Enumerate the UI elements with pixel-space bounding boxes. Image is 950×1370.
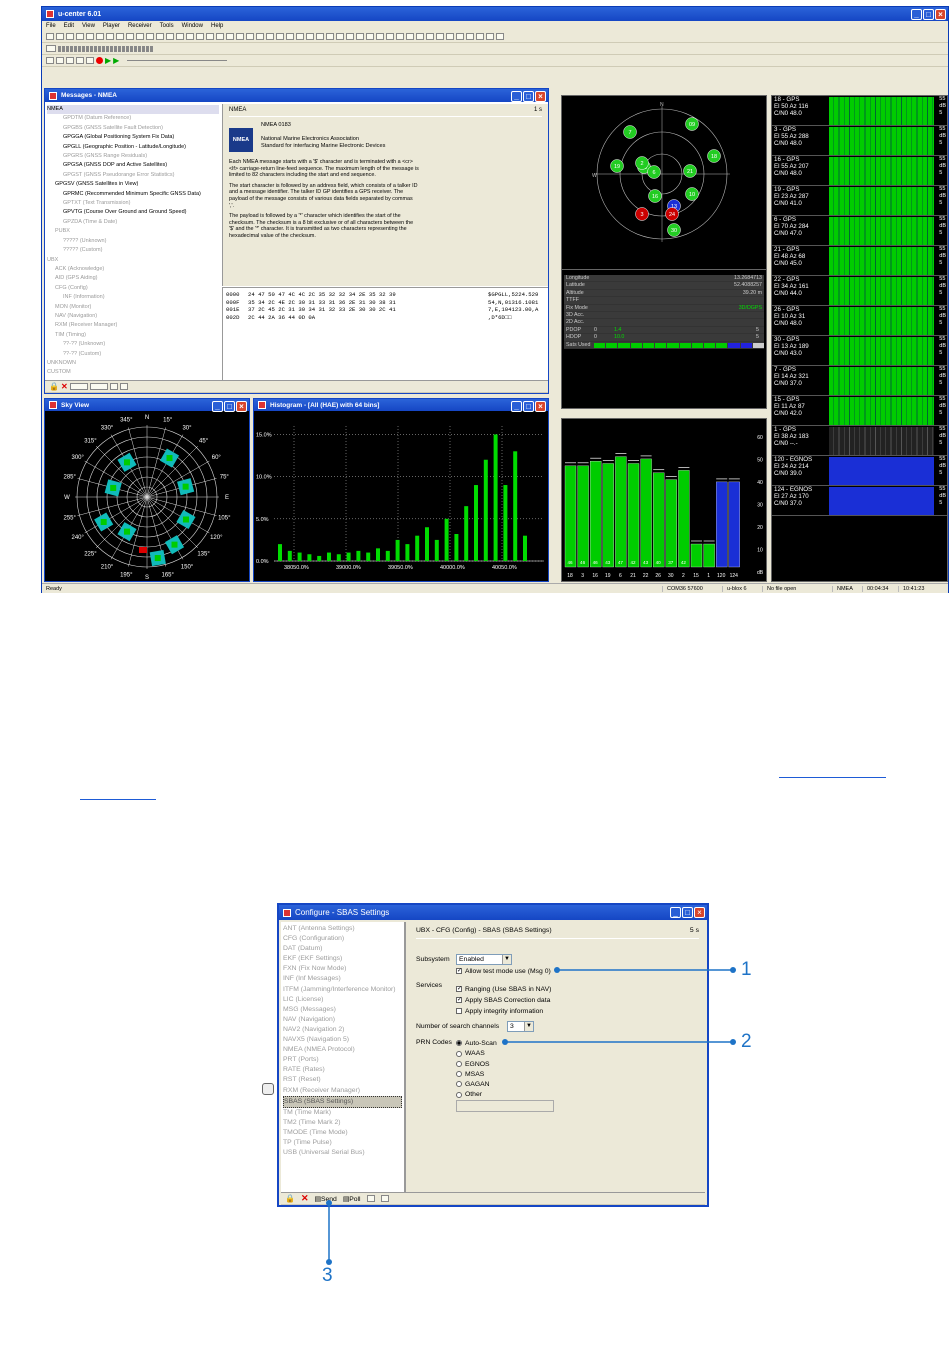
callout-1: 1	[741, 959, 752, 980]
callout-2: 2	[741, 1031, 752, 1052]
callout-lines	[326, 967, 736, 1265]
callout-3: 3	[322, 1265, 333, 1286]
